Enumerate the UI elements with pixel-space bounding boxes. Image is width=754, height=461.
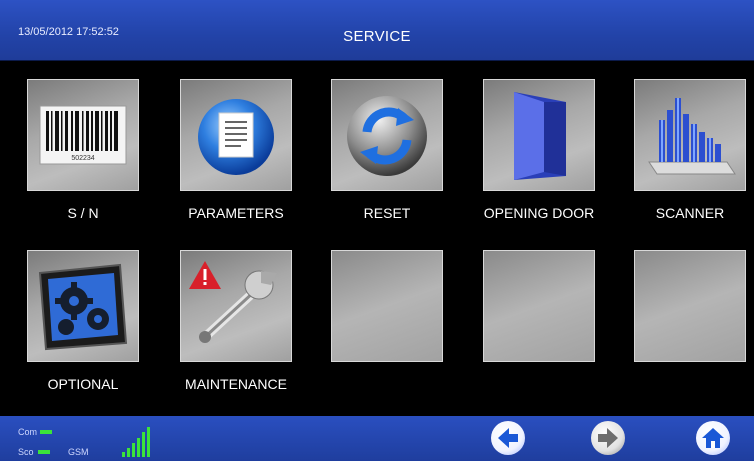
parameters-label: PARAMETERS (188, 205, 284, 221)
scanner-label: SCANNER (655, 205, 725, 221)
scanner-tile-button[interactable] (634, 79, 746, 191)
parameters-tile-button[interactable] (180, 79, 292, 191)
reset-tile-button[interactable] (331, 79, 443, 191)
sn-tile-button[interactable]: 502234 (27, 79, 139, 191)
sco-status-indicator (38, 450, 50, 454)
barcode-number: 502234 (71, 155, 94, 162)
home-icon (702, 428, 724, 448)
sn-label: S / N (67, 205, 99, 221)
back-button[interactable] (491, 421, 525, 455)
footer-bar: Com Sco GSM (0, 416, 754, 461)
door-icon (514, 92, 566, 180)
opening-door-label: OPENING DOOR (483, 205, 595, 221)
optional-label: OPTIONAL (47, 376, 119, 392)
forward-button[interactable] (591, 421, 625, 455)
empty-tile-button[interactable] (483, 250, 595, 362)
com-status-indicator (40, 430, 52, 434)
empty-tile-button[interactable] (634, 250, 746, 362)
optional-tile-button[interactable] (27, 250, 139, 362)
barcode-icon: 502234 (39, 105, 127, 165)
scanner-icon (648, 98, 736, 175)
back-arrow-icon (498, 428, 518, 448)
reset-label: RESET (363, 205, 411, 221)
document-icon (198, 99, 274, 175)
wrench-warning-icon (189, 261, 277, 343)
maintenance-tile-button[interactable] (180, 250, 292, 362)
forward-arrow-icon (598, 428, 618, 448)
gsm-label: GSM (68, 447, 89, 457)
maintenance-label: MAINTENANCE (185, 376, 287, 392)
page-title: SERVICE (343, 28, 411, 45)
gears-icon (38, 263, 128, 351)
sco-label: Sco (18, 447, 34, 457)
home-button[interactable] (696, 421, 730, 455)
refresh-icon (347, 96, 427, 176)
opening-door-tile-button[interactable] (483, 79, 595, 191)
empty-tile-button[interactable] (331, 250, 443, 362)
header-bar: 13/05/2012 17:52:52 SERVICE (0, 0, 754, 61)
com-label: Com (18, 427, 38, 437)
